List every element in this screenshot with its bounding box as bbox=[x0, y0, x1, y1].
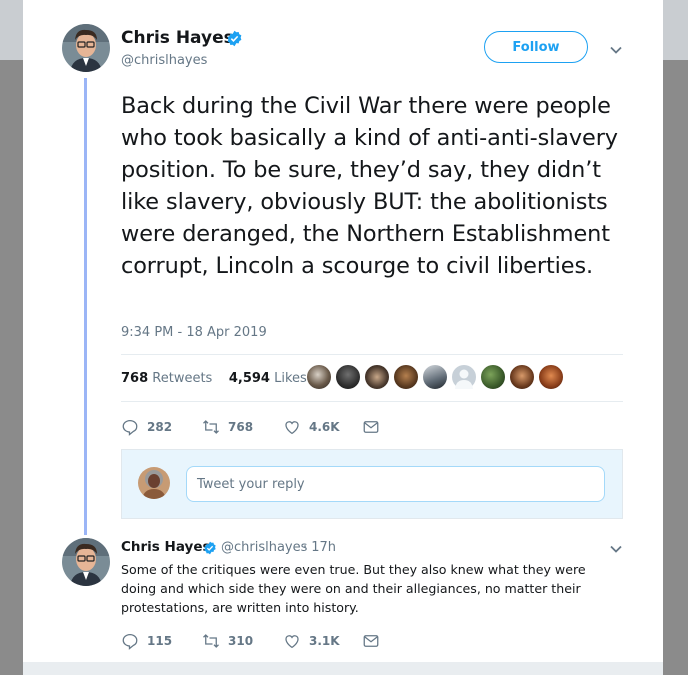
reply-action[interactable]: 282 bbox=[121, 418, 172, 436]
liker-avatar[interactable] bbox=[364, 364, 390, 390]
divider bbox=[121, 354, 623, 355]
reply-composer: Tweet your reply bbox=[121, 449, 623, 519]
liker-avatar[interactable] bbox=[451, 364, 477, 390]
liker-avatar[interactable] bbox=[393, 364, 419, 390]
retweet-icon bbox=[203, 420, 219, 434]
retweet-action[interactable]: 768 bbox=[202, 418, 253, 436]
reply-author-avatar[interactable] bbox=[62, 538, 110, 586]
author-avatar[interactable] bbox=[62, 24, 110, 72]
retweet-icon bbox=[203, 634, 219, 648]
reply-action[interactable]: 115 bbox=[121, 632, 172, 650]
divider bbox=[121, 401, 623, 402]
engagement-stats: 768 Retweets 4,594 Likes bbox=[121, 371, 307, 386]
liker-avatar[interactable] bbox=[509, 364, 535, 390]
dm-action[interactable] bbox=[362, 418, 380, 436]
chevron-down-icon[interactable] bbox=[609, 541, 623, 555]
like-icon bbox=[285, 421, 299, 435]
like-action[interactable]: 4.6K bbox=[283, 418, 340, 436]
reply-time[interactable]: · 17h bbox=[303, 540, 336, 555]
liker-avatar[interactable] bbox=[306, 364, 332, 390]
retweets-label[interactable]: Retweets bbox=[152, 371, 212, 386]
liker-avatar[interactable] bbox=[335, 364, 361, 390]
reply-icon bbox=[122, 419, 138, 436]
verified-icon bbox=[226, 30, 243, 47]
follow-button[interactable]: Follow bbox=[484, 31, 588, 63]
author-handle[interactable]: @chrislhayes bbox=[121, 53, 207, 68]
like-icon bbox=[285, 635, 299, 649]
reply-author-handle[interactable]: @chrislhayes bbox=[221, 540, 307, 555]
likes-label[interactable]: Likes bbox=[274, 371, 307, 386]
tweet-timestamp[interactable]: 9:34 PM - 18 Apr 2019 bbox=[121, 325, 267, 340]
reply-text: Some of the critiques were even true. Bu… bbox=[121, 562, 586, 615]
like-count[interactable]: 4,594 bbox=[229, 371, 270, 386]
reply-author-name[interactable]: Chris Hayes bbox=[121, 539, 211, 555]
current-user-avatar bbox=[138, 467, 170, 499]
reply-count: 282 bbox=[147, 420, 173, 434]
like-action-count: 4.6K bbox=[309, 420, 340, 434]
chevron-down-icon[interactable] bbox=[609, 42, 623, 56]
retweet-action[interactable]: 310 bbox=[202, 632, 253, 650]
author-name[interactable]: Chris Hayes bbox=[121, 28, 234, 48]
tweet-text: Back during the Civil War there were peo… bbox=[121, 93, 618, 279]
retweet-action-count: 310 bbox=[228, 634, 254, 648]
dm-icon bbox=[363, 635, 379, 647]
liker-avatar[interactable] bbox=[422, 364, 448, 390]
liker-avatar[interactable] bbox=[538, 364, 564, 390]
reply-count: 115 bbox=[147, 634, 173, 648]
card-footer bbox=[23, 662, 663, 675]
liker-avatar[interactable] bbox=[480, 364, 506, 390]
dm-action[interactable] bbox=[362, 632, 380, 650]
like-action[interactable]: 3.1K bbox=[283, 632, 340, 650]
verified-icon bbox=[203, 540, 217, 555]
reply-input[interactable]: Tweet your reply bbox=[186, 466, 605, 502]
retweet-action-count: 768 bbox=[228, 420, 254, 434]
like-action-count: 3.1K bbox=[309, 634, 340, 648]
dm-icon bbox=[363, 421, 379, 433]
thread-connector-line bbox=[84, 78, 87, 535]
retweet-count[interactable]: 768 bbox=[121, 371, 148, 386]
reply-icon bbox=[122, 633, 138, 650]
